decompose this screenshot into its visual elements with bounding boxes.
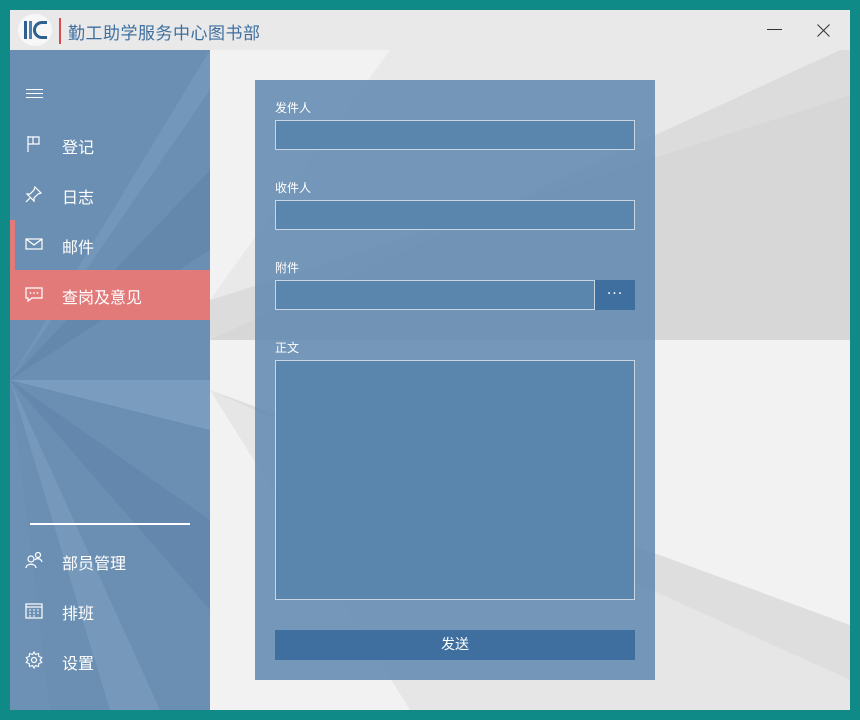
sidebar-item-log[interactable]: 日志 xyxy=(10,170,210,220)
comment-icon xyxy=(25,287,43,303)
mail-form-card: 发件人 收件人 附件 ··· 正文 发送 xyxy=(255,80,655,680)
mail-icon xyxy=(25,238,43,250)
sidebar-item-label: 设置 xyxy=(62,654,95,673)
gear-icon xyxy=(25,651,43,669)
app-logo-icon xyxy=(18,14,52,46)
pin-icon xyxy=(25,185,43,203)
body-label: 正文 xyxy=(275,341,300,355)
calendar-icon xyxy=(25,603,43,619)
app-window: 勤工助学服务中心图书部 登记 日志 邮件 查岗及意见 部员管理 排班 设置 发件… xyxy=(10,10,850,710)
sidebar-item-schedule[interactable]: 排班 xyxy=(10,586,210,636)
minimize-button[interactable] xyxy=(760,15,790,45)
hamburger-icon[interactable] xyxy=(26,88,44,102)
flag-icon xyxy=(27,136,40,152)
sidebar-item-label: 邮件 xyxy=(62,238,95,257)
title-divider xyxy=(59,18,61,44)
sidebar-item-members[interactable]: 部员管理 xyxy=(10,536,210,586)
sidebar-item-label: 部员管理 xyxy=(62,554,127,573)
app-title: 勤工助学服务中心图书部 xyxy=(68,24,261,44)
body-textarea[interactable] xyxy=(275,360,635,600)
sidebar-item-register[interactable]: 登记 xyxy=(10,120,210,170)
recipient-label: 收件人 xyxy=(275,181,312,195)
send-button[interactable]: 发送 xyxy=(275,630,635,660)
sender-field[interactable] xyxy=(275,120,635,150)
title-bar: 勤工助学服务中心图书部 xyxy=(10,10,850,50)
sidebar-item-feedback[interactable]: 查岗及意见 xyxy=(10,270,210,320)
sidebar-item-settings[interactable]: 设置 xyxy=(10,636,210,686)
attachment-field[interactable] xyxy=(275,280,595,310)
attachment-label: 附件 xyxy=(275,261,300,275)
sidebar-item-label: 查岗及意见 xyxy=(62,288,143,307)
sidebar-item-label: 排班 xyxy=(62,604,95,623)
sender-label: 发件人 xyxy=(275,101,312,115)
sidebar: 登记 日志 邮件 查岗及意见 部员管理 排班 设置 xyxy=(10,50,210,710)
recipient-field[interactable] xyxy=(275,200,635,230)
sidebar-item-label: 登记 xyxy=(62,138,95,157)
close-button[interactable] xyxy=(809,15,839,45)
browse-attachment-button[interactable]: ··· xyxy=(595,280,635,310)
sidebar-divider xyxy=(30,523,190,525)
sidebar-item-label: 日志 xyxy=(62,188,95,207)
people-icon xyxy=(25,551,43,569)
sidebar-item-mail[interactable]: 邮件 xyxy=(10,220,210,270)
